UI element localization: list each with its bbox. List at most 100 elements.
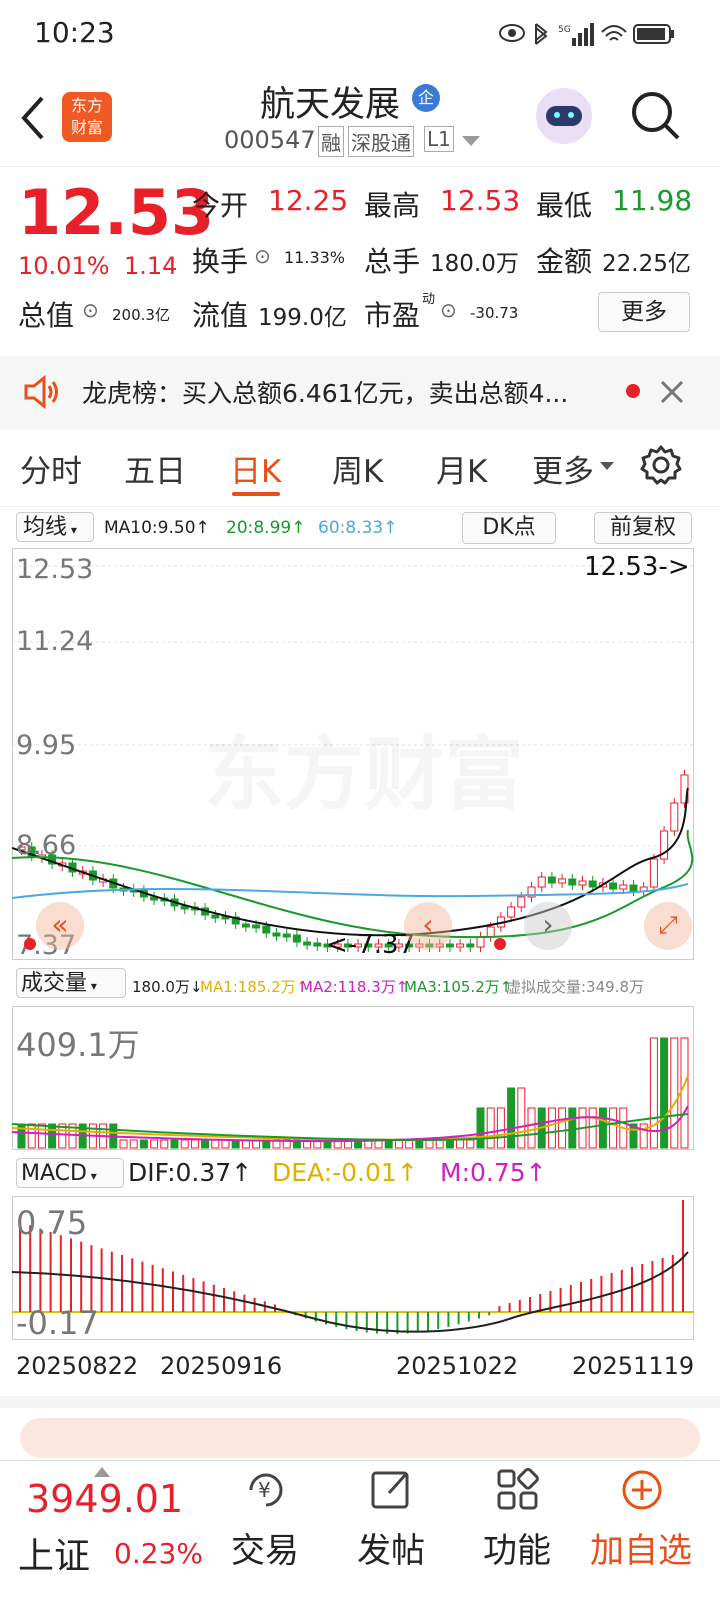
candle (558, 878, 567, 884)
ma-select-label: 均线 (23, 515, 68, 540)
tab-monthly-k[interactable]: 月K (436, 446, 487, 491)
last-price-marker: 12.53-> (584, 552, 690, 582)
candle (456, 943, 465, 948)
macd-chart[interactable] (12, 1196, 694, 1340)
candle (568, 878, 577, 886)
assistant-robot-icon[interactable] (536, 88, 592, 144)
volume-bar (609, 1107, 618, 1149)
volume-y-top: 409.1万 (16, 1026, 140, 1064)
volume-bar (415, 1139, 424, 1149)
info-icon[interactable]: ⊙ (82, 298, 99, 322)
volume-bar (394, 1139, 403, 1149)
indicator-select-volume[interactable]: 成交量 ▾ (16, 968, 126, 998)
candle (445, 943, 454, 948)
signal-icon (572, 23, 594, 46)
candle (466, 943, 475, 948)
tab-daily-k[interactable]: 日K (230, 446, 281, 491)
promo-strip[interactable] (20, 1418, 700, 1458)
candle (262, 925, 271, 934)
ma60-value: 60:8.33↑ (318, 518, 398, 538)
volume-bar (507, 1087, 516, 1149)
macd-dif: DIF:0.37↑ (128, 1158, 253, 1187)
macd-y-top: 0.75 (16, 1204, 88, 1242)
candle (578, 880, 587, 886)
market-cap-label: 总值 (18, 299, 75, 332)
tab-more[interactable]: 更多 (532, 446, 594, 491)
battery-icon (633, 24, 674, 44)
volume-bar (221, 1139, 230, 1149)
macd-dea: DEA:-0.01↑ (272, 1158, 418, 1187)
market-cap-value: 200.3亿 (112, 306, 170, 324)
index-value[interactable]: 3949.01 (26, 1477, 183, 1521)
enterprise-badge: 企 (412, 84, 440, 112)
candle (517, 896, 526, 908)
nav-function-label: 功能 (483, 1531, 551, 1571)
gear-icon[interactable] (640, 444, 682, 486)
ma-select[interactable]: 均线 ▾ (16, 512, 94, 542)
volume-bar (568, 1107, 577, 1149)
chevron-left-icon[interactable]: ‹ (404, 902, 452, 950)
volume-bar (190, 1139, 199, 1149)
volume-ma1: MA1:185.2万↑ (200, 978, 309, 996)
dk-label: DK点 (482, 515, 536, 540)
bottom-nav: 3949.01 上证 0.23% ¥ 交易 发帖 功能 加自选 (0, 1460, 720, 1601)
divider (0, 1396, 720, 1408)
notice-bar[interactable]: 龙虎榜：买入总额6.461亿元，卖出总额4... (0, 356, 720, 430)
trade-icon: ¥ (249, 1473, 283, 1507)
add-circle-icon (622, 1470, 662, 1510)
search-icon[interactable] (628, 88, 684, 144)
volume-bar (37, 1123, 46, 1149)
high-value: 12.53 (440, 184, 521, 217)
info-icon[interactable]: ⊙ (254, 244, 271, 268)
macd-m: M:0.75↑ (440, 1158, 547, 1187)
volume-bar (558, 1107, 567, 1149)
date-label: 20250916 (160, 1352, 283, 1380)
candle (272, 932, 281, 937)
candle (629, 884, 638, 892)
volume-bar (445, 1139, 454, 1149)
volume-label: 总手 (364, 245, 421, 278)
more-quote-button[interactable]: 更多 (598, 292, 690, 332)
indicator-select-macd[interactable]: MACD ▾ (16, 1158, 124, 1188)
volume-current: 180.0万↓ (132, 978, 203, 996)
tab-intraday[interactable]: 分时 (20, 446, 82, 491)
expand-icon[interactable]: ⤢ (644, 902, 692, 950)
candle (507, 906, 516, 918)
caret-up-icon (94, 1467, 110, 1477)
close-icon[interactable] (660, 380, 684, 404)
turnover-value: 11.33% (284, 248, 346, 267)
candle (609, 882, 618, 890)
chevron-down-icon (600, 462, 614, 470)
candle (670, 802, 679, 832)
app-logo[interactable]: 东方 财富 (62, 92, 112, 142)
amount-value: 22.25亿 (602, 251, 691, 277)
volume-value: 180.0万 (430, 251, 519, 277)
stock-name: 航天发展 (260, 85, 401, 125)
volume-bar (517, 1087, 526, 1149)
info-icon[interactable]: ⊙ (440, 298, 457, 322)
nav-trade-label: 交易 (231, 1531, 299, 1571)
date-label: 20251022 (396, 1352, 519, 1380)
tab-weekly-k[interactable]: 周K (332, 446, 383, 491)
tab-five-day[interactable]: 五日 (124, 446, 186, 491)
volume-bar (598, 1107, 607, 1149)
volume-bar (150, 1139, 159, 1149)
candle (619, 884, 628, 890)
candle (252, 924, 261, 929)
volume-bar (496, 1107, 505, 1149)
chevron-right-icon[interactable]: › (524, 902, 572, 950)
scroll-left-button[interactable]: « (36, 902, 84, 950)
volume-bar (680, 1037, 689, 1149)
volume-bar (456, 1139, 465, 1149)
dk-point-button[interactable]: DK点 (462, 512, 556, 544)
dropdown-caret-icon[interactable] (462, 136, 480, 148)
volume-bar (660, 1037, 669, 1149)
quote-panel: 12.53 10.01% 1.14 总值 ⊙ 200.3亿 今开 12.25 最… (0, 166, 720, 352)
adjust-button[interactable]: 前复权 (594, 512, 692, 544)
candle (476, 936, 485, 948)
candle (211, 914, 220, 919)
back-arrow-icon[interactable] (16, 94, 48, 142)
amount-label: 金额 (536, 245, 593, 278)
macd-select-label: MACD (21, 1161, 87, 1186)
volume-bar (670, 1037, 679, 1149)
